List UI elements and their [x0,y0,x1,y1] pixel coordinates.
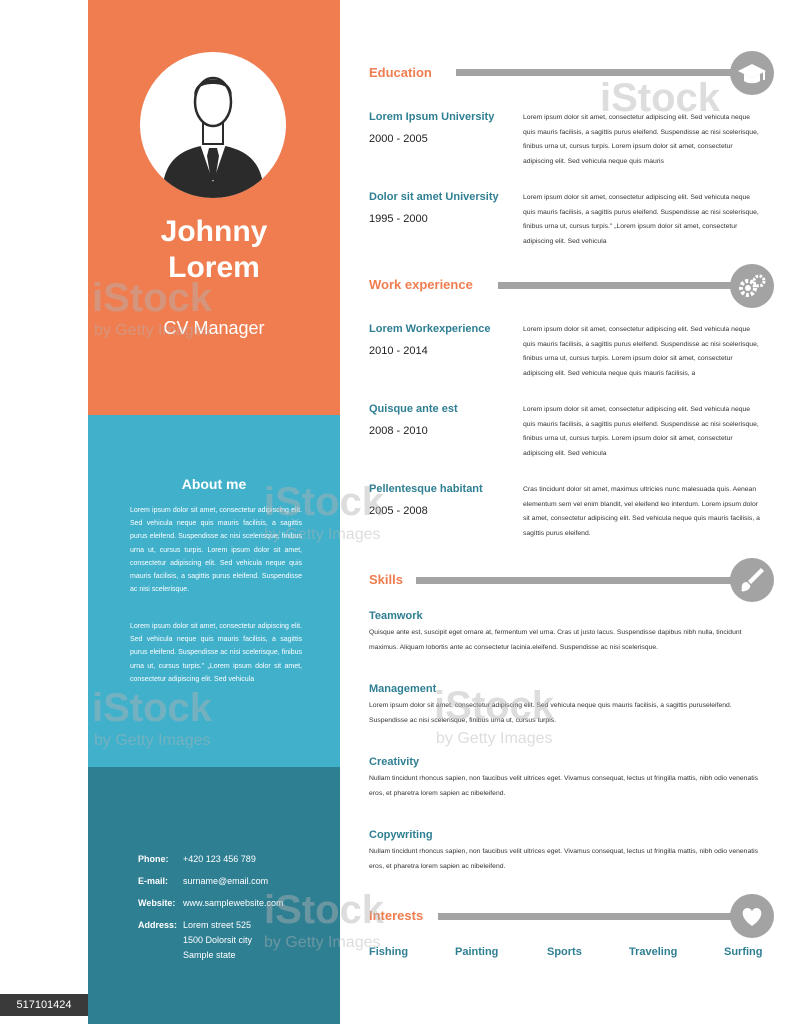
contact-email-label: E-mail: [138,876,169,886]
watermark-credit: by Getty Images [436,730,553,747]
education-entry-desc: Lorem ipsum dolor sit amet, consectetur … [523,194,759,245]
contact-address-line-2: 1500 Dolorsit city [183,935,253,945]
contact-phone: +420 123 456 789 [183,854,256,864]
education-title: Education [369,65,432,80]
avatar [140,52,286,198]
education-bar [456,69,752,76]
watermark-brand: iStock [600,76,721,120]
interest-item: Painting [455,946,499,958]
education-entry-dates: 2000 - 2005 [369,133,428,145]
watermark-credit: by Getty Images [264,526,381,543]
interests-bar [438,913,752,920]
work-entry-title: Pellentesque habitant [369,483,483,495]
gears-icon [730,264,774,308]
watermark-brand: iStock [264,480,385,524]
watermark-brand: iStock [92,686,213,730]
watermark-brand: iStock [264,888,385,932]
skill-title: Management [369,683,437,695]
interest-item: Surfing [724,946,763,958]
skill-desc: Nullam tincidunt rhoncus sapien, non fau… [369,848,759,870]
first-name: Johnny [160,215,268,248]
skill-desc: Nullam tincidunt rhoncus sapien, non fau… [369,775,759,797]
work-entry-title: Lorem Workexperience [369,323,491,335]
contact-phone-label: Phone: [138,854,169,864]
graduation-cap-icon [730,51,774,95]
interest-item: Sports [547,946,582,958]
contact-email: surname@email.com [183,876,269,886]
work-entry-dates: 2008 - 2010 [369,425,428,437]
watermark-credit: by Getty Images [94,732,211,749]
skill-title: Creativity [369,756,420,768]
work-entry-title: Quisque ante est [369,403,458,415]
contact-address-label: Address: [138,920,178,930]
skill-desc: Lorem ipsum dolor sit amet, consectetur … [369,702,732,724]
work-bar [498,282,752,289]
skill-desc: Quisque ante est, suscipit eget ornare a… [369,629,742,651]
work-entry-desc: Lorem ipsum dolor sit amet, consectetur … [523,326,759,377]
heart-icon [730,894,774,938]
education-entry-dates: 1995 - 2000 [369,213,428,225]
education-entry-title: Lorem Ipsum University [369,111,495,123]
skill-title: Teamwork [369,610,423,622]
person-icon [162,76,264,198]
watermark-brand: iStock [434,684,555,728]
about-paragraph-2: Lorem ipsum dolor sit amet, consectetur … [130,623,302,683]
work-entry-desc: Cras tincidunt dolor sit amet, maximus u… [523,486,760,537]
skills-bar [416,577,752,584]
education-entry-title: Dolor sit amet University [369,191,499,203]
brush-icon [730,558,774,602]
watermark-credit: by Getty Images [94,322,211,339]
stock-id: 517101424 [0,994,88,1016]
watermark-brand: iStock [92,276,213,320]
skill-title: Copywriting [369,829,433,841]
watermark-credit: by Getty Images [264,934,381,951]
work-entry-dates: 2010 - 2014 [369,345,428,357]
skills-title: Skills [369,572,403,587]
work-title: Work experience [369,277,473,292]
work-entry-desc: Lorem ipsum dolor sit amet, consectetur … [523,406,759,457]
contact-address-line-1: Lorem street 525 [183,920,252,930]
contact-address-line-3: Sample state [183,950,236,960]
contact-website-label: Website: [138,898,176,908]
interest-item: Traveling [629,946,678,958]
